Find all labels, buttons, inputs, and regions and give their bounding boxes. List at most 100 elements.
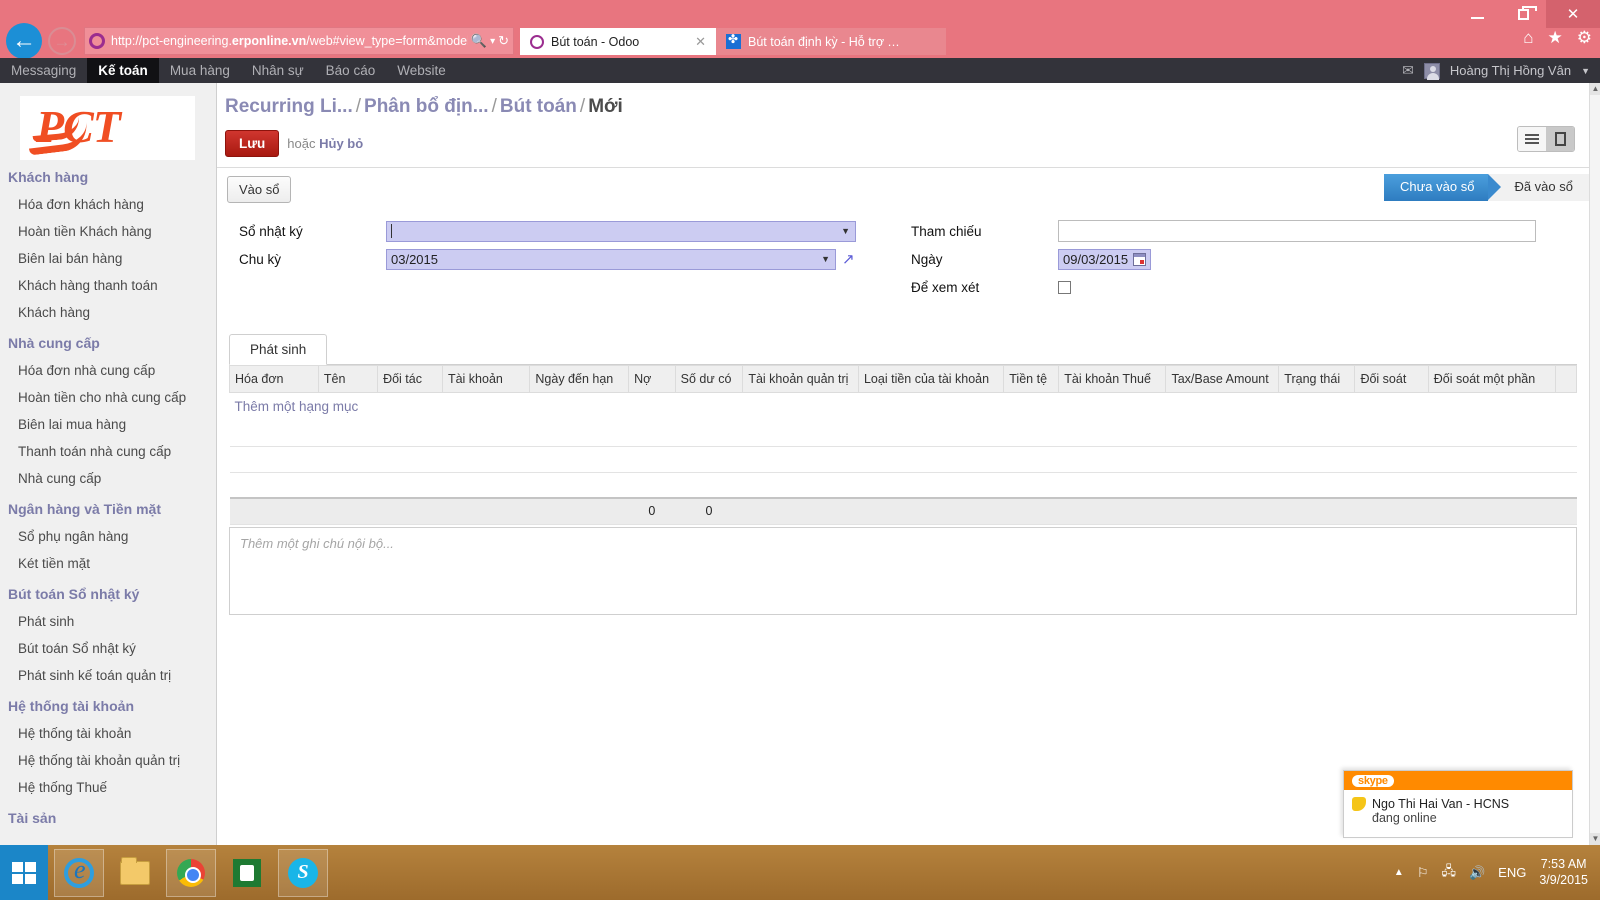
sidebar-item-hoan-tien-khach-hang[interactable]: Hoàn tiền Khách hàng	[0, 218, 216, 245]
sidebar-item-khach-hang[interactable]: Khách hàng	[0, 299, 216, 326]
status-badge-posted[interactable]: Đã vào sổ	[1488, 174, 1589, 201]
chevron-down-icon[interactable]: ▼	[1581, 66, 1590, 76]
status-badge-unposted[interactable]: Chưa vào sổ	[1383, 174, 1502, 201]
col-doi-soat-mot-phan[interactable]: Đối soát một phần	[1427, 365, 1556, 393]
col-tai-khoan-thue[interactable]: Tài khoản Thuế	[1058, 365, 1167, 393]
clock[interactable]: 7:53 AM 3/9/2015	[1539, 857, 1588, 888]
col-tien-te[interactable]: Tiền tệ	[1003, 365, 1060, 393]
menu-item-muahang[interactable]: Mua hàng	[159, 58, 241, 83]
sidebar-item-ket-tien-mat[interactable]: Két tiền mặt	[0, 550, 216, 577]
page-scrollbar[interactable]: ▲ ▼	[1589, 83, 1600, 845]
table-row[interactable]	[229, 446, 1577, 473]
sidebar-item-phat-sinh[interactable]: Phát sinh	[0, 608, 216, 635]
add-row: Thêm một hạng mục	[230, 393, 1577, 421]
post-button[interactable]: Vào sổ	[227, 176, 292, 203]
external-link-icon[interactable]: ↗	[842, 250, 855, 268]
menu-label: Mua hàng	[169, 63, 230, 78]
internal-note-input[interactable]: Thêm một ghi chú nội bộ...	[229, 526, 1577, 615]
favorites-icon[interactable]: ★	[1548, 28, 1563, 48]
sidebar-item-so-phu-ngan-hang[interactable]: Sổ phụ ngân hàng	[0, 523, 216, 550]
sidebar-item-he-thong-thue[interactable]: Hệ thống Thuế	[0, 774, 216, 801]
discard-button[interactable]: Hủy bỏ	[319, 136, 363, 151]
so-nhat-ky-select[interactable]: ▼	[386, 220, 856, 242]
col-doi-soat[interactable]: Đối soát	[1354, 365, 1429, 393]
taskbar-item-internet-explorer[interactable]	[54, 848, 104, 897]
scroll-down-icon[interactable]: ▼	[1590, 833, 1600, 845]
taskbar-item-chrome[interactable]	[166, 848, 216, 897]
col-ngay-den-han[interactable]: Ngày đến hạn	[529, 365, 630, 393]
form-view-button[interactable]	[1546, 127, 1574, 151]
table-row[interactable]	[229, 420, 1577, 447]
start-button[interactable]	[0, 845, 48, 900]
sidebar-item-phat-sinh-ke-toan-quan-tri[interactable]: Phát sinh kế toán quản trị	[0, 662, 216, 689]
volume-icon[interactable]: 🔊	[1469, 865, 1485, 881]
col-doi-tac[interactable]: Đối tác	[377, 365, 443, 393]
sidebar-item-bien-lai-ban-hang[interactable]: Biên lai bán hàng	[0, 245, 216, 272]
close-icon[interactable]: ✕	[695, 34, 706, 50]
col-so-du-co[interactable]: Số dư có	[674, 365, 744, 393]
save-button[interactable]: Lưu	[225, 130, 280, 157]
sidebar-item-nha-cung-cap[interactable]: Nhà cung cấp	[0, 465, 216, 492]
menu-label: Website	[397, 63, 446, 78]
menu-item-nhansu[interactable]: Nhân sự	[241, 58, 315, 83]
sidebar-item-but-toan-so-nhat-ky[interactable]: Bút toán Sổ nhật ký	[0, 635, 216, 662]
chu-ky-select[interactable]: 03/2015 ▼	[386, 248, 836, 270]
col-tai-khoan[interactable]: Tài khoản	[441, 365, 531, 393]
menu-item-website[interactable]: Website	[386, 58, 457, 83]
breadcrumb-current: Mới	[588, 96, 623, 117]
col-loai-tien-tai-khoan[interactable]: Loại tiền của tài khoản	[857, 365, 1005, 393]
search-icon[interactable]: 🔍	[471, 33, 487, 49]
new-tab-button[interactable]	[916, 28, 946, 55]
show-hidden-icons-icon[interactable]: ▲	[1394, 867, 1404, 878]
taskbar-item-file-explorer[interactable]	[110, 849, 160, 897]
language-indicator[interactable]: ENG	[1498, 865, 1526, 880]
forward-icon[interactable]: →	[48, 27, 76, 55]
list-view-button[interactable]	[1518, 127, 1546, 151]
browser-tab-inactive[interactable]: Bút toán định kỳ - Hỗ trợ Triển...	[716, 28, 916, 55]
sidebar-item-hoa-don-khach-hang[interactable]: Hóa đơn khách hàng	[0, 191, 216, 218]
sidebar-item-thanh-toan-nha-cung-cap[interactable]: Thanh toán nhà cung cấp	[0, 438, 216, 465]
col-hoa-don[interactable]: Hóa đơn	[229, 365, 319, 393]
col-no[interactable]: Nợ	[628, 365, 676, 393]
menu-item-messaging[interactable]: Messaging	[0, 58, 87, 83]
menu-item-ketoan[interactable]: Kế toán	[87, 58, 159, 83]
sidebar-item-he-thong-tai-khoan-quan-tri[interactable]: Hệ thống tài khoản quản trị	[0, 747, 216, 774]
field-tham-chieu: Tham chiếu	[903, 220, 1575, 242]
ngay-date-input[interactable]: 09/03/2015	[1058, 248, 1152, 270]
home-icon[interactable]: ⌂	[1523, 28, 1533, 48]
sidebar-item-khach-hang-thanh-toan[interactable]: Khách hàng thanh toán	[0, 272, 216, 299]
breadcrumb-item-3[interactable]: Bút toán	[500, 96, 577, 117]
tab-phat-sinh[interactable]: Phát sinh	[229, 334, 328, 365]
back-icon[interactable]: ←	[6, 23, 42, 59]
col-tax-base-amount[interactable]: Tax/Base Amount	[1165, 365, 1280, 393]
chevron-down-icon[interactable]: ▾	[490, 36, 495, 47]
address-bar[interactable]: http://pct-engineering.erponline.vn/web#…	[84, 27, 514, 55]
taskbar-item-skype[interactable]: S	[278, 848, 328, 897]
col-ten[interactable]: Tên	[317, 365, 379, 393]
skype-contact-name[interactable]: Ngo Thi Hai Van - HCNS	[1372, 797, 1509, 811]
scroll-up-icon[interactable]: ▲	[1590, 83, 1600, 95]
calendar-icon[interactable]	[1133, 252, 1147, 266]
network-icon[interactable]: 🖧	[1441, 862, 1456, 884]
menu-item-baocao[interactable]: Báo cáo	[315, 58, 387, 83]
username-label[interactable]: Hoàng Thị Hồng Vân	[1450, 63, 1571, 78]
breadcrumb-item-1[interactable]: Recurring Li...	[225, 96, 353, 117]
sidebar-item-hoan-tien-cho-nha-cung-cap[interactable]: Hoàn tiền cho nhà cung cấp	[0, 384, 216, 411]
col-tai-khoan-quan-tri[interactable]: Tài khoản quản trị	[742, 365, 859, 393]
sidebar-item-bien-lai-mua-hang[interactable]: Biên lai mua hàng	[0, 411, 216, 438]
skype-notification[interactable]: skype Ngo Thi Hai Van - HCNS đang online	[1343, 770, 1573, 838]
browser-tab-active[interactable]: Bút toán - Odoo ✕	[520, 28, 716, 55]
action-center-flag-icon[interactable]: ⚐	[1417, 865, 1429, 881]
mail-icon[interactable]: ✉	[1402, 62, 1414, 79]
sidebar-item-he-thong-tai-khoan[interactable]: Hệ thống tài khoản	[0, 720, 216, 747]
settings-icon[interactable]: ⚙	[1577, 28, 1592, 48]
tham-chieu-input[interactable]	[1058, 220, 1536, 242]
add-line-link[interactable]: Thêm một hạng mục	[230, 393, 1577, 420]
refresh-icon[interactable]: ↻	[498, 33, 509, 49]
table-row[interactable]	[230, 472, 1577, 498]
col-trang-thai[interactable]: Trạng thái	[1278, 365, 1356, 393]
sidebar-item-hoa-don-nha-cung-cap[interactable]: Hóa đơn nhà cung cấp	[0, 357, 216, 384]
breadcrumb-item-2[interactable]: Phân bổ địn...	[364, 96, 489, 117]
de-xem-xet-checkbox[interactable]	[1058, 280, 1071, 294]
taskbar-item-windows-store[interactable]	[222, 849, 272, 897]
